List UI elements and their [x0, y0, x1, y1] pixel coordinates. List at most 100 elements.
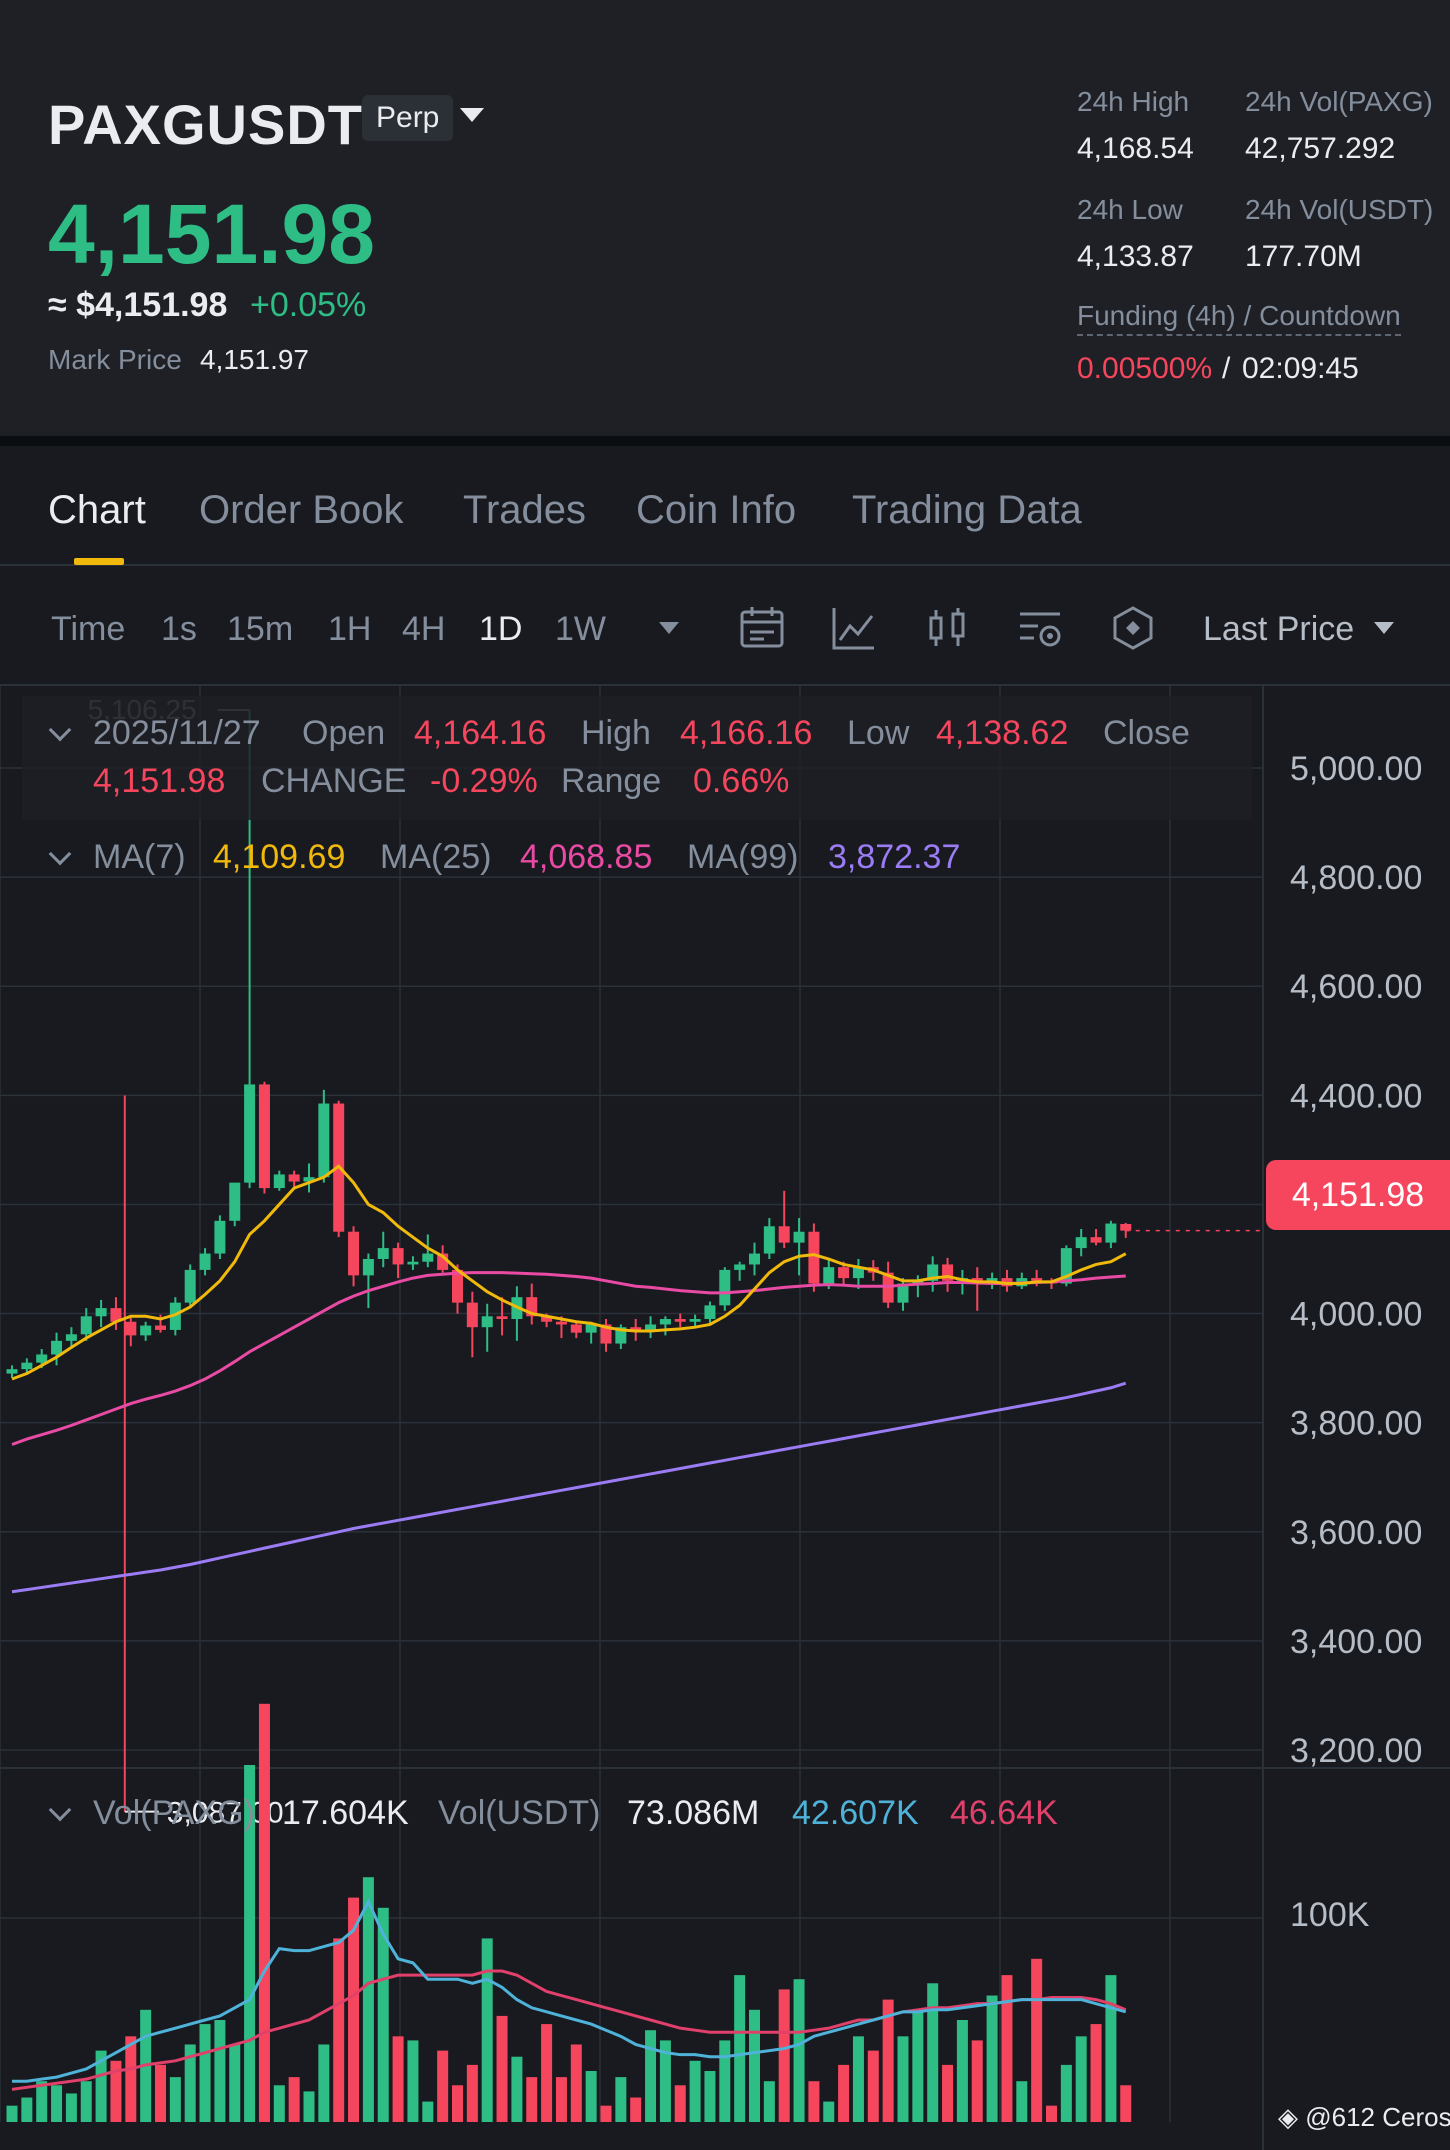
- last-price: 4,151.98: [48, 187, 375, 281]
- volume-bar: [541, 2024, 553, 2122]
- funding-label[interactable]: Funding (4h) / Countdown: [1077, 300, 1401, 336]
- vol-quote-24h-value: 177.70M: [1245, 240, 1362, 273]
- range-label: Range: [561, 762, 662, 800]
- candle-body: [214, 1220, 226, 1254]
- ohlc-date: 2025/11/27: [93, 714, 261, 752]
- open-label: Open: [302, 714, 386, 752]
- change-value: -0.29%: [430, 762, 538, 800]
- kline-chart[interactable]: 5,000.00 4,800.00 4,600.00 4,400.00 4,000.00…: [0, 686, 1450, 2150]
- ma7-label: MA(7): [93, 838, 186, 876]
- candle-body: [36, 1354, 48, 1363]
- symbol-dropdown-icon[interactable]: [460, 108, 484, 122]
- depth-icon[interactable]: [1109, 604, 1157, 652]
- volume-bar: [942, 2064, 954, 2122]
- price-type-dropdown-icon[interactable]: [1374, 622, 1394, 634]
- volume-bar: [452, 2085, 463, 2122]
- interval-15m[interactable]: 15m: [227, 610, 293, 649]
- volume-bar: [288, 2077, 300, 2122]
- close-label: Close: [1103, 714, 1190, 752]
- open-value: 4,164.16: [414, 714, 547, 752]
- main-tabs: Chart Order Book Trades Coin Info Tradin…: [0, 446, 1450, 566]
- tab-order-book[interactable]: Order Book: [199, 488, 404, 533]
- volume-bar: [749, 2009, 760, 2122]
- chart-settings-icon[interactable]: [1016, 604, 1064, 652]
- contract-type-badge: Perp: [362, 95, 454, 141]
- y-axis-label: 5,000.00: [1290, 750, 1422, 788]
- candle-type-icon[interactable]: [923, 604, 971, 652]
- volume-bar: [555, 2077, 567, 2122]
- candle-body: [808, 1231, 820, 1284]
- tab-trades[interactable]: Trades: [463, 488, 586, 533]
- kline-chart-canvas[interactable]: 5,000.00 4,800.00 4,600.00 4,400.00 4,000.00…: [0, 686, 1450, 2150]
- volume-bar: [867, 2050, 879, 2122]
- volume-bar: [362, 1877, 374, 2122]
- high-24h-label: 24h High: [1077, 86, 1190, 117]
- volume-axis-label: 100K: [1290, 1896, 1370, 1934]
- volume-bar: [600, 2105, 612, 2122]
- chart-toolbar: Time 1s 15m 1H 4H 1D 1W Last Price: [0, 566, 1450, 686]
- interval-1w[interactable]: 1W: [555, 610, 606, 649]
- price-type-select[interactable]: Last Price: [1203, 610, 1354, 649]
- candle-body: [793, 1231, 805, 1243]
- volume-bar: [511, 2056, 523, 2122]
- volume-bar: [65, 2093, 77, 2122]
- mark-price-label: Mark Price: [48, 344, 182, 375]
- interval-time[interactable]: Time: [51, 610, 125, 649]
- interval-4h[interactable]: 4H: [402, 610, 445, 649]
- high-value: 4,166.16: [680, 714, 813, 752]
- tab-chart[interactable]: Chart: [48, 488, 146, 533]
- candle-body: [838, 1267, 850, 1279]
- volume-bar: [689, 2060, 701, 2122]
- interval-1h[interactable]: 1H: [328, 610, 371, 649]
- candle-body: [65, 1334, 77, 1341]
- volume-bar: [6, 2105, 18, 2122]
- candle-body: [184, 1269, 196, 1303]
- tab-trading-data[interactable]: Trading Data: [852, 488, 1082, 533]
- volume-bar: [273, 2085, 285, 2122]
- funding-rate: 0.00500%: [1077, 352, 1213, 385]
- interval-1d[interactable]: 1D: [479, 610, 522, 649]
- volume-bar: [333, 1938, 345, 2122]
- candle-body: [318, 1103, 330, 1178]
- volume-bar: [437, 2050, 449, 2122]
- volume-bar: [214, 2020, 226, 2122]
- volume-bar: [229, 2044, 241, 2122]
- volume-bar: [169, 2077, 181, 2122]
- calendar-icon[interactable]: [738, 604, 786, 652]
- candle-body: [422, 1253, 434, 1262]
- low-label: Low: [847, 714, 910, 752]
- volume-bar: [1105, 1975, 1117, 2122]
- candle-body: [51, 1340, 63, 1355]
- volume-bar: [1060, 2064, 1072, 2122]
- vol-base-label: Vol(PAXG): [93, 1794, 255, 1832]
- volume-bar: [466, 2064, 478, 2122]
- volume-bar: [971, 2040, 983, 2122]
- volume-bar: [51, 2085, 63, 2122]
- tab-coin-info[interactable]: Coin Info: [636, 488, 796, 533]
- interval-1s[interactable]: 1s: [161, 610, 197, 649]
- candle-body: [6, 1369, 18, 1374]
- candle-body: [273, 1174, 285, 1189]
- candle-body: [229, 1182, 241, 1221]
- volume-bar: [912, 2009, 924, 2122]
- candle-body: [1031, 1278, 1043, 1281]
- section-divider: [0, 436, 1450, 446]
- range-value: 0.66%: [693, 762, 790, 800]
- volume-bar: [630, 2097, 642, 2122]
- vol-quote-value: 73.086M: [627, 1794, 760, 1832]
- indicator-icon[interactable]: [830, 604, 878, 652]
- volume-bar: [481, 1938, 493, 2122]
- candle-body: [555, 1321, 567, 1325]
- watermark-text: @612 Ceros: [1305, 2102, 1450, 2132]
- interval-more-icon[interactable]: [659, 622, 679, 634]
- last-price-badge: 4,151.98: [1266, 1160, 1450, 1230]
- symbol-name[interactable]: PAXGUSDT: [48, 92, 363, 157]
- candle-body: [704, 1305, 716, 1320]
- candle-body: [95, 1308, 107, 1317]
- high-24h-value: 4,168.54: [1077, 132, 1194, 165]
- funding-separator: /: [1222, 352, 1231, 385]
- volume-bar: [704, 2071, 716, 2122]
- vol-base-24h-value: 42,757.292: [1245, 132, 1396, 165]
- volume-bar: [645, 2030, 657, 2122]
- volume-bar: [1016, 2081, 1028, 2122]
